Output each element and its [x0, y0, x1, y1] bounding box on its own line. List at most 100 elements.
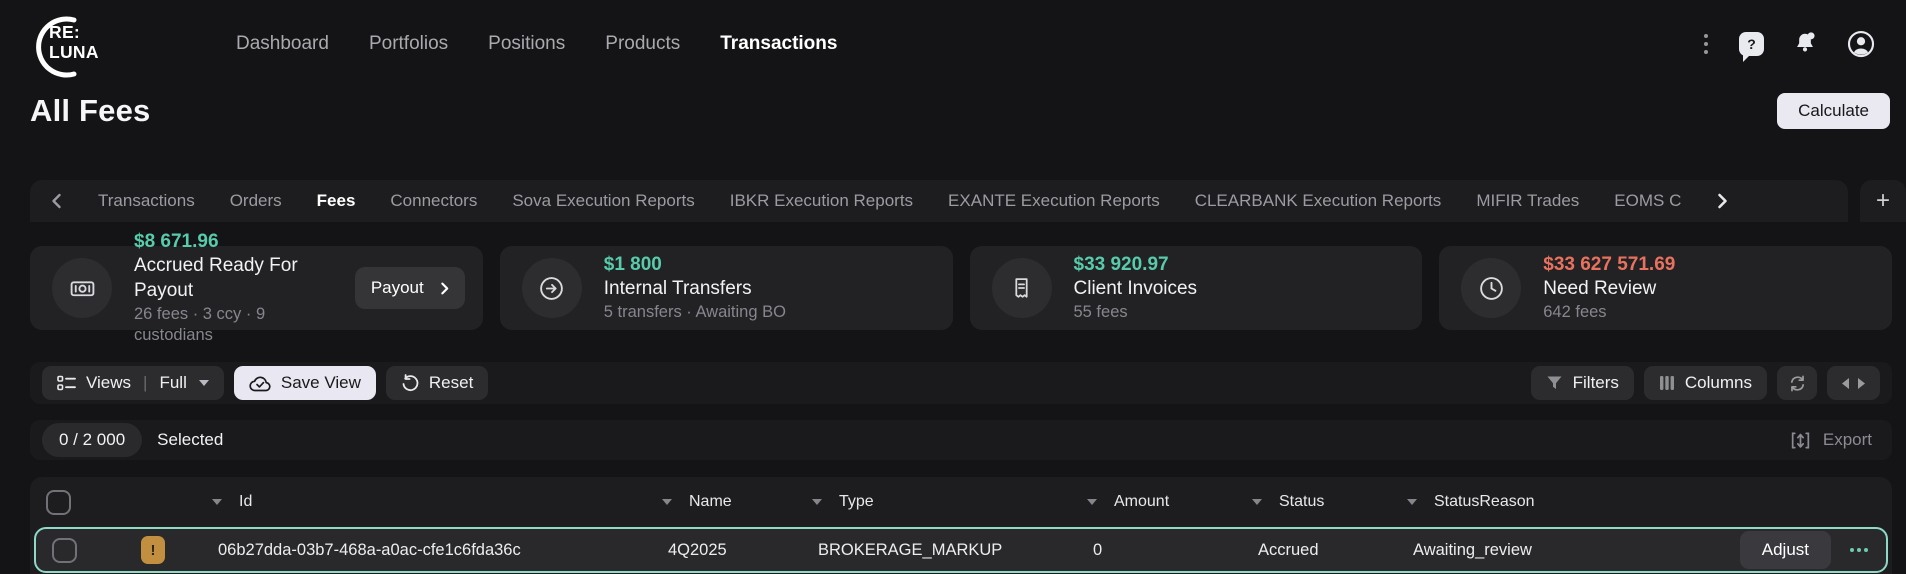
- save-view-button[interactable]: Save View: [234, 366, 376, 400]
- notifications-icon[interactable]: [1791, 30, 1819, 58]
- tab-exante-execution-reports[interactable]: EXANTE Execution Reports: [948, 191, 1160, 211]
- nav-item-portfolios[interactable]: Portfolios: [369, 33, 448, 55]
- tab-orders[interactable]: Orders: [230, 191, 282, 211]
- views-dropdown[interactable]: Views | Full: [42, 366, 224, 400]
- columns-icon: [1659, 375, 1675, 391]
- logo-text: RE: LUNA: [49, 23, 99, 62]
- column-menu-icon[interactable]: [212, 499, 222, 505]
- nav-item-dashboard[interactable]: Dashboard: [236, 33, 329, 55]
- card-label: Need Review: [1543, 277, 1675, 302]
- card-label: Client Invoices: [1074, 277, 1198, 302]
- table-header-row: Id Name Type Amount Status StatusReason: [30, 477, 1892, 527]
- kebab-menu-icon[interactable]: [1700, 30, 1712, 58]
- arrow-right-circle-icon: [522, 258, 582, 318]
- profile-icon[interactable]: [1846, 29, 1876, 59]
- column-label-name: Name: [689, 493, 732, 511]
- row-cell-actions: Adjust: [1691, 531, 1886, 569]
- header-cell-amount[interactable]: Amount: [1075, 493, 1240, 511]
- tab-mifir-trades[interactable]: MIFIR Trades: [1476, 191, 1579, 211]
- card-text: $33 920.97 Client Invoices 55 fees: [1074, 253, 1198, 324]
- export-label: Export: [1823, 430, 1872, 450]
- nav-item-transactions[interactable]: Transactions: [720, 33, 837, 55]
- card-text: $8 671.96 Accrued Ready For Payout 26 fe…: [134, 230, 329, 347]
- tab-ibkr-execution-reports[interactable]: IBKR Execution Reports: [730, 191, 913, 211]
- views-mode-value: Full: [159, 373, 186, 393]
- fees-table: Id Name Type Amount Status StatusReason …: [30, 477, 1892, 574]
- row-cell-amount: 0: [1081, 541, 1246, 560]
- logo-line1: RE:: [49, 23, 99, 43]
- card-text: $33 627 571.69 Need Review 642 fees: [1543, 253, 1675, 324]
- tab-sova-execution-reports[interactable]: Sova Execution Reports: [512, 191, 694, 211]
- reset-icon: [401, 374, 419, 392]
- card-text: $1 800 Internal Transfers 5 transfers · …: [604, 253, 786, 324]
- column-label-status: Status: [1279, 493, 1324, 511]
- refresh-button[interactable]: [1777, 366, 1817, 400]
- add-tab-button[interactable]: +: [1860, 180, 1906, 222]
- tabs-scroll-right-icon[interactable]: [1716, 193, 1729, 209]
- warning-icon[interactable]: !: [141, 536, 165, 564]
- row-cell-select: [36, 538, 100, 563]
- column-label-type: Type: [839, 493, 874, 511]
- cloud-check-icon: [249, 375, 271, 392]
- column-menu-icon[interactable]: [1087, 499, 1097, 505]
- column-menu-icon[interactable]: [1407, 499, 1417, 505]
- header-cell-statusreason[interactable]: StatusReason: [1395, 493, 1685, 511]
- views-list-icon: [57, 375, 76, 391]
- arrow-left-icon: [1840, 377, 1850, 390]
- calculate-button[interactable]: Calculate: [1777, 93, 1890, 129]
- payout-button[interactable]: Payout: [355, 267, 465, 309]
- app-logo[interactable]: RE: LUNA: [28, 10, 124, 78]
- column-menu-icon[interactable]: [1252, 499, 1262, 505]
- tabs-scroll-left-icon[interactable]: [50, 193, 63, 209]
- select-all-checkbox[interactable]: [46, 490, 71, 515]
- row-checkbox[interactable]: [52, 538, 77, 563]
- filter-funnel-icon: [1546, 375, 1563, 391]
- main-nav: Dashboard Portfolios Positions Products …: [236, 33, 837, 55]
- invoice-icon: [992, 258, 1052, 318]
- pager-arrows-button[interactable]: [1827, 366, 1880, 400]
- reset-label: Reset: [429, 373, 473, 393]
- tab-eoms[interactable]: EOMS C: [1614, 191, 1681, 211]
- card-amount: $33 627 571.69: [1543, 253, 1675, 278]
- column-label-id: Id: [239, 493, 252, 511]
- header-cell-status[interactable]: Status: [1240, 493, 1395, 511]
- row-more-options-icon[interactable]: [1848, 544, 1870, 556]
- card-subtext: 5 transfers · Awaiting BO: [604, 302, 786, 323]
- tab-bar: Transactions Orders Fees Connectors Sova…: [30, 180, 1848, 222]
- reset-button[interactable]: Reset: [386, 366, 488, 400]
- export-button[interactable]: Export: [1790, 430, 1880, 451]
- nav-item-products[interactable]: Products: [605, 33, 680, 55]
- refresh-icon: [1788, 374, 1807, 393]
- banknote-icon: [52, 258, 112, 318]
- export-icon: [1790, 430, 1811, 451]
- columns-button[interactable]: Columns: [1644, 366, 1767, 400]
- row-cell-name[interactable]: 4Q2025: [656, 541, 806, 560]
- header-cell-type[interactable]: Type: [800, 493, 1075, 511]
- card-accrued-ready-for-payout: $8 671.96 Accrued Ready For Payout 26 fe…: [30, 246, 483, 330]
- nav-item-positions[interactable]: Positions: [488, 33, 565, 55]
- help-icon[interactable]: ?: [1739, 32, 1764, 56]
- tab-strip: Transactions Orders Fees Connectors Sova…: [0, 180, 1906, 222]
- nav-actions: ?: [1700, 29, 1876, 59]
- row-cell-type: BROKERAGE_MARKUP: [806, 541, 1081, 560]
- view-toolbar: Views | Full Save View Reset Filters: [30, 362, 1892, 404]
- tab-clearbank-execution-reports[interactable]: CLEARBANK Execution Reports: [1195, 191, 1442, 211]
- selection-count-badge: 0 / 2 000: [42, 423, 142, 457]
- page-header: All Fees Calculate: [0, 88, 1906, 134]
- save-view-label: Save View: [281, 373, 361, 393]
- header-cell-id[interactable]: Id: [200, 493, 650, 511]
- row-cell-warning: !: [100, 536, 206, 564]
- tab-connectors[interactable]: Connectors: [390, 191, 477, 211]
- tab-fees[interactable]: Fees: [317, 191, 356, 211]
- tab-transactions[interactable]: Transactions: [98, 191, 195, 211]
- column-menu-icon[interactable]: [662, 499, 672, 505]
- column-menu-icon[interactable]: [812, 499, 822, 505]
- header-cell-name[interactable]: Name: [650, 493, 800, 511]
- card-subtext: 642 fees: [1543, 302, 1675, 323]
- card-client-invoices: $33 920.97 Client Invoices 55 fees: [970, 246, 1423, 330]
- arrow-right-icon: [1857, 377, 1867, 390]
- adjust-button[interactable]: Adjust: [1740, 531, 1831, 569]
- row-cell-id: 06b27dda-03b7-468a-a0ac-cfe1c6fda36c: [206, 541, 656, 560]
- filters-button[interactable]: Filters: [1531, 366, 1634, 400]
- table-row[interactable]: ! 06b27dda-03b7-468a-a0ac-cfe1c6fda36c 4…: [34, 527, 1888, 573]
